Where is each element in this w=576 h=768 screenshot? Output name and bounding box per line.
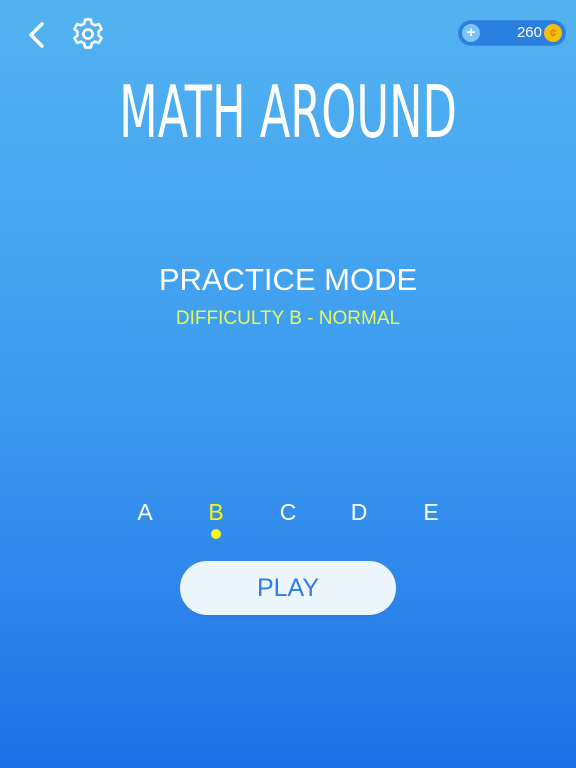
coin-icon: ¢ bbox=[544, 24, 562, 42]
difficulty-label: DIFFICULTY B - NORMAL bbox=[175, 308, 401, 329]
add-coins-button[interactable]: + bbox=[462, 24, 480, 42]
settings-button[interactable] bbox=[70, 16, 106, 52]
gear-icon bbox=[73, 18, 103, 49]
level-e[interactable]: E bbox=[411, 497, 451, 527]
level-d[interactable]: D bbox=[339, 497, 379, 527]
coin-balance: + 260 ¢ bbox=[458, 20, 566, 46]
mode-title: PRACTICE MODE bbox=[158, 262, 418, 297]
level-c[interactable]: C bbox=[268, 497, 308, 527]
coin-amount: 260 bbox=[516, 24, 542, 41]
game-title: MATH AROUND bbox=[119, 70, 457, 154]
level-a[interactable]: A bbox=[125, 497, 165, 527]
back-button[interactable] bbox=[22, 18, 54, 52]
chevron-left-icon bbox=[29, 22, 44, 48]
selected-level-indicator bbox=[211, 529, 221, 539]
level-b[interactable]: B bbox=[196, 497, 236, 527]
play-button[interactable]: PLAY bbox=[180, 561, 396, 615]
